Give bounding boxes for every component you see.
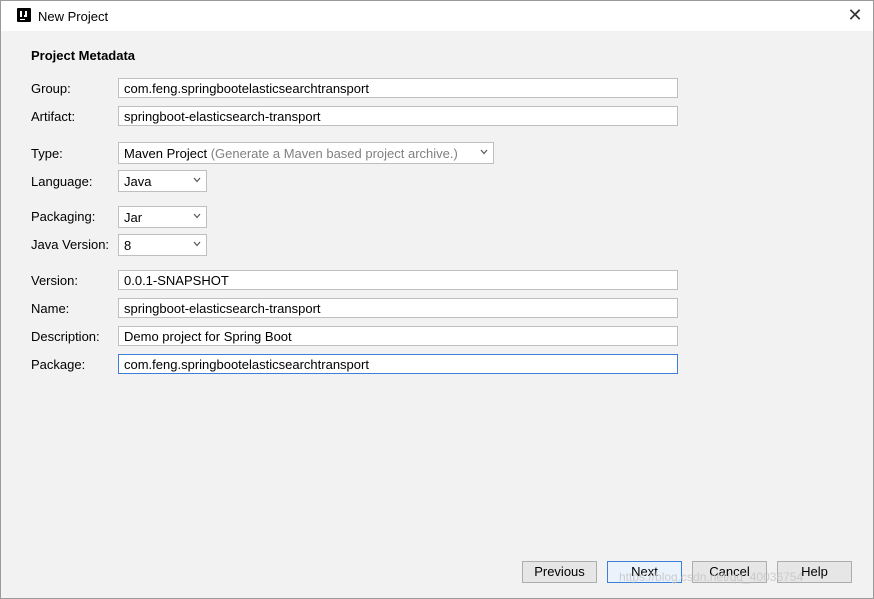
language-select[interactable]: Java — [118, 170, 207, 192]
packaging-select[interactable]: Jar — [118, 206, 207, 228]
name-label: Name: — [31, 301, 70, 316]
intellij-icon — [17, 8, 31, 22]
version-field[interactable]: 0.0.1-SNAPSHOT — [118, 270, 678, 290]
dialog-content: Project Metadata Group: com.feng.springb… — [9, 32, 866, 593]
chevron-down-icon — [480, 149, 488, 155]
language-value: Java — [124, 174, 152, 189]
chevron-down-icon — [193, 241, 201, 247]
title-bar: New Project ✕ — [1, 1, 873, 31]
packaging-value: Jar — [124, 210, 143, 225]
artifact-field[interactable]: springboot-elasticsearch-transport — [118, 106, 678, 126]
new-project-dialog: New Project ✕ Project Metadata Group: co… — [0, 0, 874, 599]
name-field[interactable]: springboot-elasticsearch-transport — [118, 298, 678, 318]
package-field[interactable]: com.feng.springbootelasticsearchtranspor… — [118, 354, 678, 374]
artifact-label: Artifact: — [31, 109, 76, 124]
type-hint: (Generate a Maven based project archive.… — [210, 146, 458, 161]
package-label: Package: — [31, 357, 86, 372]
description-label: Description: — [31, 329, 100, 344]
java-version-value: 8 — [124, 238, 132, 253]
chevron-down-icon — [193, 177, 201, 183]
chevron-down-icon — [193, 213, 201, 219]
description-field[interactable]: Demo project for Spring Boot — [118, 326, 678, 346]
packaging-label: Packaging: — [31, 209, 96, 224]
previous-button[interactable]: Previous — [522, 561, 597, 583]
version-label: Version: — [31, 273, 78, 288]
window-title: New Project — [38, 9, 109, 24]
type-value: Maven Project — [124, 146, 208, 161]
language-label: Language: — [31, 174, 93, 189]
java-version-label: Java Version: — [31, 237, 110, 252]
java-version-select[interactable]: 8 — [118, 234, 207, 256]
group-field[interactable]: com.feng.springbootelasticsearchtranspor… — [118, 78, 678, 98]
group-label: Group: — [31, 81, 71, 96]
section-title: Project Metadata — [31, 48, 136, 63]
watermark: https://blog.csdn.net/qq_40036754 — [619, 570, 804, 584]
type-select[interactable]: Maven Project (Generate a Maven based pr… — [118, 142, 494, 164]
type-label: Type: — [31, 146, 63, 161]
close-icon[interactable]: ✕ — [845, 5, 865, 25]
